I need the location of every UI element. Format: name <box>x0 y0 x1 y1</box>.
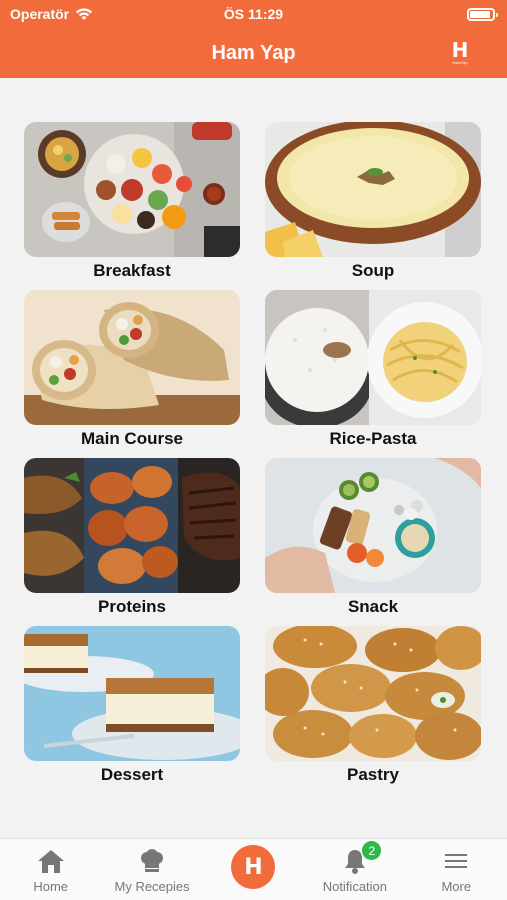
status-left: Operatör <box>10 6 93 22</box>
tab-more[interactable]: More <box>406 839 507 894</box>
battery-icon <box>467 7 498 21</box>
menu-icon <box>441 847 471 875</box>
page-title: Ham Yap <box>211 41 296 64</box>
category-card-dessert[interactable]: Dessert <box>24 626 240 794</box>
pastry-image <box>265 626 481 761</box>
rice-pasta-image <box>265 290 481 425</box>
category-label: Pastry <box>347 765 399 784</box>
category-label: Breakfast <box>93 261 171 280</box>
tab-more-label: More <box>441 879 472 894</box>
snack-image <box>265 458 481 593</box>
wifi-icon <box>76 7 93 20</box>
breakfast-image <box>24 122 240 257</box>
tab-notification[interactable]: 2 Notification <box>304 839 405 894</box>
category-label: Proteins <box>97 597 167 616</box>
tab-center[interactable]: H <box>203 839 304 889</box>
proteins-image <box>24 458 240 593</box>
dessert-image <box>24 626 240 761</box>
tab-notification-label: Notification <box>322 879 388 894</box>
category-card-snack[interactable]: Snack <box>265 458 481 626</box>
tab-home-label: Home <box>33 879 69 894</box>
category-card-breakfast[interactable]: Breakfast <box>24 122 240 290</box>
chef-hat-icon <box>137 847 167 875</box>
tab-home[interactable]: Home <box>0 839 101 894</box>
logo-icon[interactable]: H HamYap <box>449 40 471 66</box>
category-card-pastry[interactable]: Pastry <box>265 626 481 794</box>
logo-subtext: HamYap <box>452 60 468 65</box>
logo-letter: H <box>451 38 469 62</box>
status-bar: Operatör ÖS 11:29 <box>0 0 507 28</box>
tab-my-recipes[interactable]: My Recepies <box>102 839 203 894</box>
category-label: Main Course <box>80 429 184 448</box>
category-label: Rice-Pasta <box>329 429 417 448</box>
category-label: Dessert <box>100 765 164 784</box>
home-icon <box>36 847 66 875</box>
wrap-image <box>24 290 240 425</box>
tab-bar: Home My Recepies H 2 Notification More <box>0 838 507 900</box>
category-card-rice-pasta[interactable]: Rice-Pasta <box>265 290 481 458</box>
center-logo-button[interactable]: H <box>231 845 276 889</box>
category-label: Soup <box>351 261 395 280</box>
category-card-soup[interactable]: Soup <box>265 122 481 290</box>
category-grid: Breakfast Soup Main Course Rice-Pasta Pr… <box>24 122 484 794</box>
tab-my-recipes-label: My Recepies <box>114 879 190 894</box>
notification-badge: 2 <box>362 841 382 860</box>
center-logo-letter: H <box>244 854 263 880</box>
soup-image <box>265 122 481 257</box>
category-card-proteins[interactable]: Proteins <box>24 458 240 626</box>
nav-bar: Ham Yap H HamYap <box>0 28 507 78</box>
carrier-label: Operatör <box>10 6 70 22</box>
category-card-main-course[interactable]: Main Course <box>24 290 240 458</box>
category-label: Snack <box>347 597 399 616</box>
